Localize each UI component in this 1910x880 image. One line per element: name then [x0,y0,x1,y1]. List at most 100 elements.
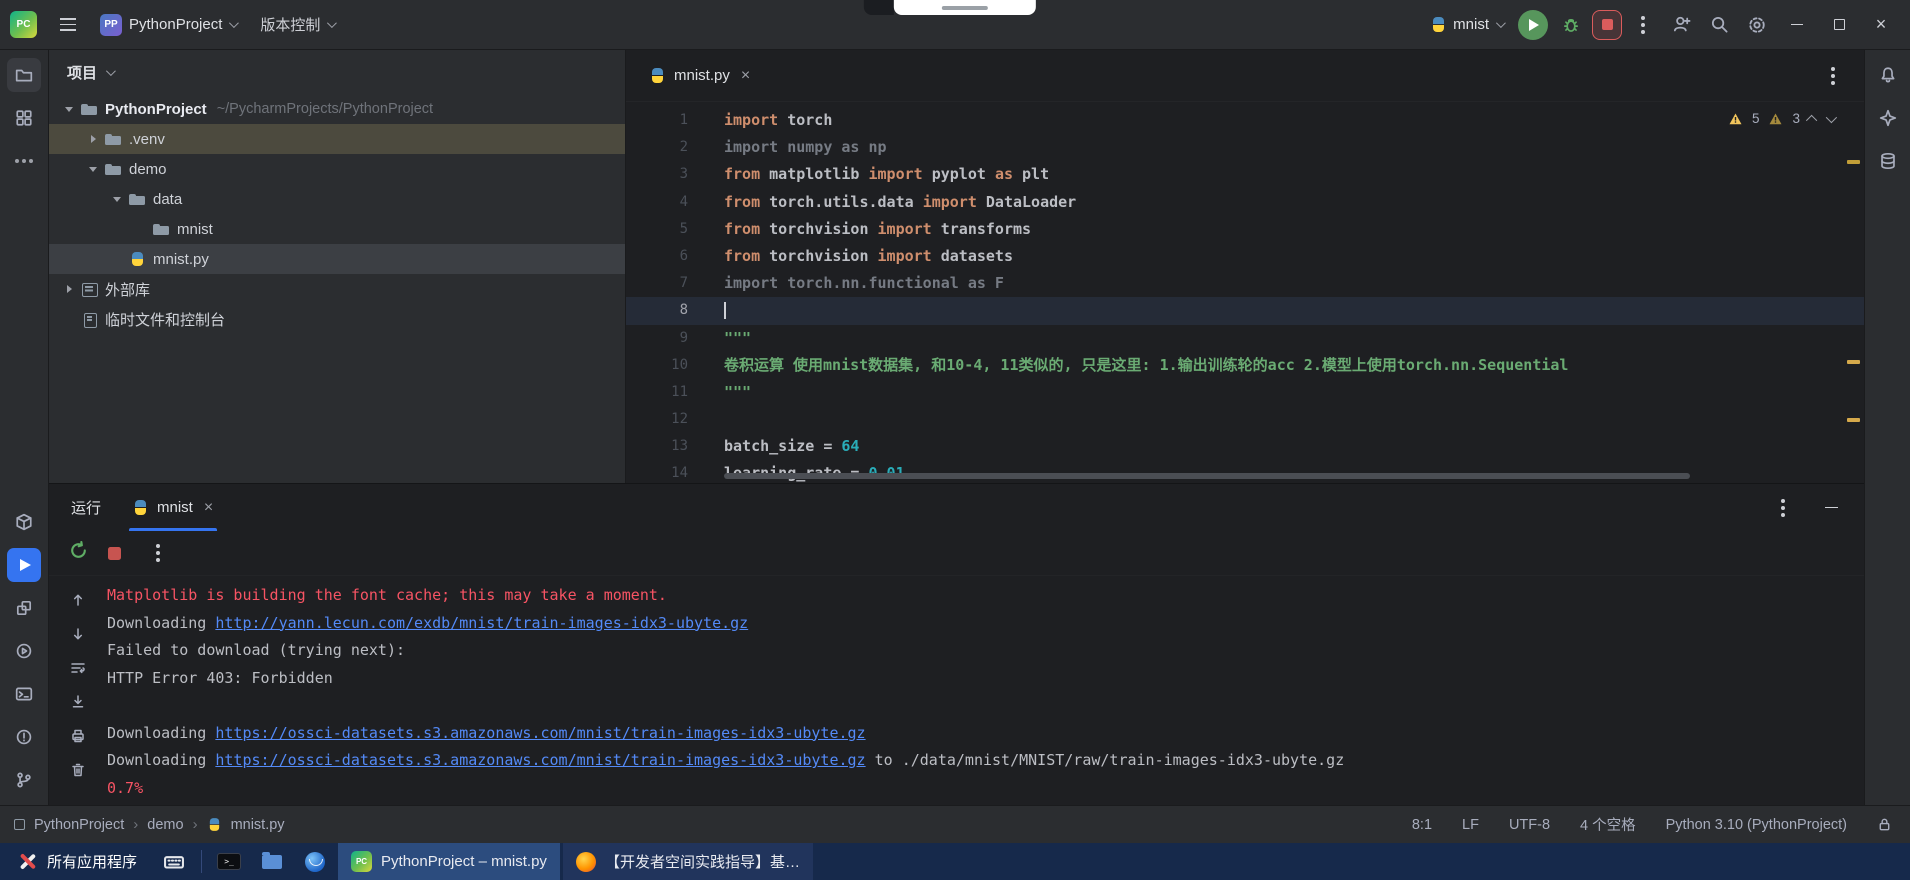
run-tool-button[interactable] [7,548,41,582]
main-menu-button[interactable] [51,10,85,40]
breadcrumb-file[interactable]: mnist.py [231,817,285,833]
horizontal-scrollbar[interactable] [724,473,1690,479]
tree-item-mnist[interactable]: mnist [49,214,625,244]
chevron-expanded-icon[interactable] [109,191,126,207]
code-line-12[interactable]: 12 [626,406,1864,433]
code-with-me-button[interactable] [1664,9,1698,41]
problems-tool-button[interactable] [7,720,41,754]
terminal-tool-button[interactable] [7,677,41,711]
code-line-2[interactable]: 2import numpy as np [626,134,1864,161]
prev-occurrence-button[interactable] [65,588,91,612]
stop-button[interactable] [1592,10,1622,40]
more-tool-windows-button[interactable] [7,144,41,178]
project-selector-button[interactable]: PP PythonProject [91,9,245,41]
print-button[interactable] [65,724,91,748]
debug-button[interactable] [1554,9,1588,41]
tree-item-[interactable]: 临时文件和控制台 [49,304,625,334]
python-console-tool-button[interactable] [7,634,41,668]
python-interpreter[interactable]: Python 3.10 (PythonProject) [1666,817,1847,833]
tree-item-data[interactable]: data [49,184,625,214]
hide-run-panel-button[interactable] [1814,492,1848,524]
error-stripe-mark[interactable] [1847,360,1860,364]
chevron-expanded-icon[interactable] [85,161,102,177]
code-line-10[interactable]: 10卷积运算 使用mnist数据集, 和10-4, 11类似的, 只是这里: 1… [626,352,1864,379]
console-link[interactable]: https://ossci-datasets.s3.amazonaws.com/… [215,751,865,769]
tool-window-corner-icon[interactable] [14,819,25,830]
code-line-3[interactable]: 3from matplotlib import pyplot as plt [626,161,1864,188]
console-link[interactable]: https://ossci-datasets.s3.amazonaws.com/… [215,724,865,742]
line-separator[interactable]: LF [1462,817,1479,833]
app-launcher-button[interactable]: 所有应用程序 [4,843,151,880]
tree-item-[interactable]: 外部库 [49,274,625,304]
code-line-4[interactable]: 4from torch.utils.data import DataLoader [626,189,1864,216]
more-actions-button[interactable] [1626,9,1660,41]
terminal-task-button[interactable]: >_ [209,843,249,880]
code-line-13[interactable]: 13batch_size = 64 [626,433,1864,460]
editor-tab-options-button[interactable] [1816,60,1850,92]
browser-task-button[interactable] [295,843,335,880]
error-stripe-mark[interactable] [1847,418,1860,422]
task-pycharm-window[interactable]: PC PythonProject – mnist.py [338,843,560,880]
next-occurrence-button[interactable] [65,622,91,646]
indent-style[interactable]: 4 个空格 [1580,814,1636,835]
code-line-6[interactable]: 6from torchvision import datasets [626,243,1864,270]
notifications-button[interactable] [1871,58,1905,92]
database-button[interactable] [1871,144,1905,178]
scroll-to-end-button[interactable] [65,690,91,714]
breadcrumb[interactable]: PythonProject › demo › mnist.py [14,816,285,833]
run-configuration-selector[interactable]: mnist [1422,11,1512,38]
tab-close-icon[interactable]: × [204,499,213,517]
file-manager-task-button[interactable] [252,843,292,880]
soft-wrap-button[interactable] [65,656,91,680]
handle-pill[interactable] [894,0,1036,15]
project-tool-button[interactable] [7,58,41,92]
console-output[interactable]: Matplotlib is building the font cache; t… [107,576,1864,805]
ai-assistant-button[interactable] [1871,101,1905,135]
services-tool-button[interactable] [7,591,41,625]
tab-close-icon[interactable]: × [741,67,750,85]
code-line-1[interactable]: 1import torch [626,107,1864,134]
window-close-button[interactable]: × [1862,8,1900,42]
breadcrumb-project[interactable]: PythonProject [34,817,124,833]
inspections-widget[interactable]: 5 3 [1728,111,1834,126]
tree-item-mnist.py[interactable]: mnist.py [49,244,625,274]
code-line-11[interactable]: 11""" [626,379,1864,406]
rerun-button[interactable] [69,541,88,565]
code-line-9[interactable]: 9""" [626,325,1864,352]
python-packages-tool-button[interactable] [7,505,41,539]
run-panel-options-button[interactable] [1766,492,1800,524]
project-panel-header[interactable]: 项目 [49,50,625,94]
window-maximize-button[interactable] [1820,8,1858,42]
keyboard-tray-button[interactable] [154,843,194,880]
structure-tool-button[interactable] [7,101,41,135]
search-everywhere-button[interactable] [1702,9,1736,41]
editor-tab-mnist[interactable]: mnist.py × [642,50,758,101]
window-minimize-button[interactable] [1778,8,1816,42]
console-link[interactable]: http://yann.lecun.com/exdb/mnist/train-i… [215,614,748,632]
screen-top-handle[interactable] [864,0,1036,15]
chevron-collapsed-icon[interactable] [85,131,102,147]
run-button[interactable] [1518,10,1548,40]
code-line-8[interactable]: 8 [626,297,1864,324]
task-firefox-window[interactable]: 【开发者空间实践指导】基… [563,843,813,880]
previous-problem-icon[interactable] [1806,114,1817,125]
tree-item-demo[interactable]: demo [49,154,625,184]
lock-icon[interactable] [1877,817,1892,832]
run-more-options-button[interactable] [141,537,175,569]
settings-button[interactable] [1740,9,1774,41]
run-tab-mnist[interactable]: mnist × [129,484,217,531]
breadcrumb-folder[interactable]: demo [147,817,183,833]
stop-process-button[interactable] [108,547,121,560]
tree-item-.venv[interactable]: .venv [49,124,625,154]
caret-position[interactable]: 8:1 [1412,817,1432,833]
chevron-collapsed-icon[interactable] [61,281,78,297]
version-control-tool-button[interactable] [7,763,41,797]
vcs-widget-button[interactable]: 版本控制 [251,9,343,40]
file-encoding[interactable]: UTF-8 [1509,817,1550,833]
code-line-5[interactable]: 5from torchvision import transforms [626,216,1864,243]
tree-item-PythonProject[interactable]: PythonProject~/PycharmProjects/PythonPro… [49,94,625,124]
code-line-7[interactable]: 7import torch.nn.functional as F [626,270,1864,297]
clear-console-button[interactable] [65,758,91,782]
error-stripe-mark[interactable] [1847,160,1860,164]
code-line-14[interactable]: 14learning_rate = 0.01 [626,460,1864,483]
